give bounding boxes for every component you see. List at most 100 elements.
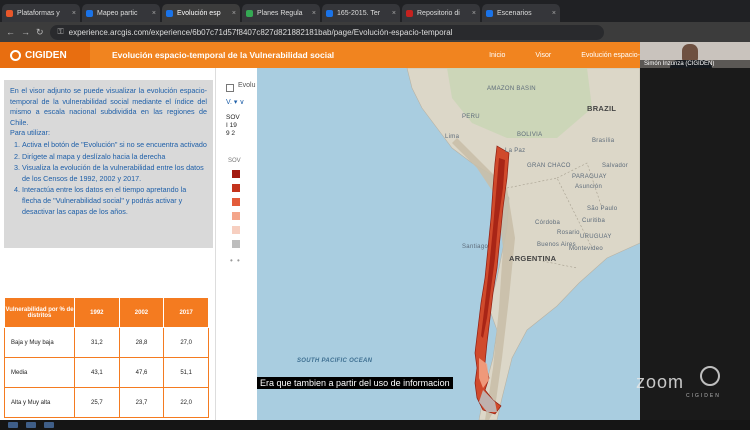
reload-icon[interactable]: ↻ <box>36 27 44 38</box>
layer-selector[interactable]: V. ▾ ∨ <box>226 98 245 106</box>
url-input[interactable]: ⚿ experience.arcgis.com/experience/6b07c… <box>49 24 604 40</box>
table-cell: 51,1 <box>163 357 209 388</box>
table-cell: Alta y Muy alta <box>4 387 75 418</box>
step-4: Interactúa entre los datos en el tiempo … <box>22 185 207 217</box>
table-header: Vulnerabilidad por % de distritos <box>4 297 75 328</box>
back-icon[interactable]: ← <box>6 27 15 37</box>
step-2: Dirígete al mapa y deslízalo hacia la de… <box>22 152 207 163</box>
table-cell: 27,0 <box>163 327 209 358</box>
tab-favicon-icon <box>326 9 333 17</box>
map-label-uruguay: URUGUAY <box>580 234 612 240</box>
forward-icon[interactable]: → <box>21 27 30 37</box>
legend-swatch <box>232 184 240 192</box>
legend-field: SOV I 199 2 <box>226 114 240 137</box>
vulnerability-table: Vulnerabilidad por % de distritos 1992 2… <box>4 297 209 418</box>
nav-evolucion[interactable]: Evolución espacio- <box>581 52 640 59</box>
table-cell: Media <box>4 357 75 388</box>
map-label-lima: Lima <box>445 134 460 140</box>
cigiden-logo-icon <box>700 366 720 386</box>
browser-tab[interactable]: Evolución esp × <box>162 4 240 22</box>
tab-close-icon[interactable]: × <box>152 10 156 17</box>
usage-label: Para utilizar: <box>10 128 50 138</box>
video-background <box>640 68 750 420</box>
taskbar-item[interactable] <box>44 422 54 428</box>
tab-close-icon[interactable]: × <box>312 10 316 17</box>
address-bar: ← → ↻ ⚿ experience.arcgis.com/experience… <box>0 22 750 42</box>
table-header: 1992 <box>74 297 120 328</box>
page-title: Evolución espacio-temporal de la Vulnera… <box>112 50 335 60</box>
tab-label: 165-2015. Ter <box>337 9 381 17</box>
tab-close-icon[interactable]: × <box>232 10 236 17</box>
tab-close-icon[interactable]: × <box>392 10 396 17</box>
app-header: CIGIDEN Evolución espacio-temporal de la… <box>0 42 640 68</box>
browser-tab[interactable]: Planes Regula × <box>242 4 320 22</box>
tab-favicon-icon <box>406 9 413 17</box>
table-header: 2002 <box>118 297 165 328</box>
map-label-sao-paulo: São Paulo <box>587 206 618 212</box>
subtitle-caption: Era que tambien a partir del uso de info… <box>257 377 453 389</box>
map-view[interactable]: AMAZON BASIN BRAZIL PERU Lima Brasília B… <box>257 68 640 420</box>
table-row: Baja y Muy baja 31,2 28,8 27,0 <box>4 327 209 358</box>
tab-label: Evolución esp <box>177 9 221 17</box>
tab-favicon-icon <box>486 9 493 17</box>
map-label-gran-chaco: GRAN CHACO <box>527 163 571 169</box>
browser-tab[interactable]: Mapeo partic × <box>82 4 160 22</box>
steps-list: Activa el botón de "Evolución" si no se … <box>10 140 207 217</box>
map-label-brazil: BRAZIL <box>587 104 617 113</box>
layers-icon[interactable] <box>226 84 234 92</box>
browser-tab[interactable]: Repositorio di × <box>402 4 480 22</box>
map-label-south-pacific: SOUTH PACIFIC OCEAN <box>297 358 373 364</box>
legend-head: SOV <box>228 158 241 164</box>
taskbar-item[interactable] <box>26 422 36 428</box>
map-label-peru: PERU <box>462 114 480 120</box>
table-row: Alta y Muy alta 25,7 23,7 22,0 <box>4 387 209 418</box>
info-panel: En el visor adjunto se puede visualizar … <box>0 68 215 420</box>
tab-close-icon[interactable]: × <box>472 10 476 17</box>
logo-icon <box>10 49 21 61</box>
tab-favicon-icon <box>6 9 13 17</box>
map-label-bolivia: BOLIVIA <box>517 132 543 138</box>
browser-tab[interactable]: Escenarios × <box>482 4 560 22</box>
table-cell: 23,7 <box>118 387 165 418</box>
tab-favicon-icon <box>86 9 93 17</box>
legend-swatch <box>232 198 240 206</box>
map-label-cordoba: Córdoba <box>535 220 561 226</box>
browser-tab[interactable]: 165-2015. Ter × <box>322 4 400 22</box>
map-label-la-paz: La Paz <box>505 148 526 154</box>
legend-swatch <box>232 240 240 248</box>
tab-close-icon[interactable]: × <box>552 10 556 17</box>
zoom-sub: CIGIDEN <box>686 393 721 399</box>
table-header: 2017 <box>163 297 209 328</box>
map-label-santiago: Santiago <box>462 244 489 250</box>
table-cell: 28,8 <box>118 327 165 358</box>
legend-pager[interactable]: • • <box>230 256 241 265</box>
legend-swatch <box>232 226 240 234</box>
map-label-argentina: ARGENTINA <box>509 254 557 263</box>
tab-label: Mapeo partic <box>97 9 138 17</box>
table-cell: 22,0 <box>163 387 209 418</box>
lock-icon: ⚿ <box>57 27 64 36</box>
legend-swatch <box>232 212 240 220</box>
zoom-word: zoom <box>636 372 685 392</box>
nav-visor[interactable]: Visor <box>535 52 551 59</box>
logo[interactable]: CIGIDEN <box>0 42 90 68</box>
webcam-tile: Simón Inzunza (CIGIDEN) <box>640 42 750 68</box>
taskbar-item[interactable] <box>8 422 18 428</box>
browser-tab-bar: Plataformas y × Mapeo partic × Evolución esp… <box>0 0 750 22</box>
url-text: experience.arcgis.com/experience/6b07c71… <box>68 27 453 37</box>
step-1: Activa el botón de "Evolución" si no se … <box>22 140 207 151</box>
tab-close-icon[interactable]: × <box>72 10 76 17</box>
tab-label: Plataformas y <box>17 9 60 17</box>
tab-label: Planes Regula <box>257 9 303 17</box>
legend-title: Evolu <box>238 82 256 89</box>
legend-swatch <box>232 170 240 178</box>
map-label-asuncion: Asunción <box>575 184 603 190</box>
table-header-row: Vulnerabilidad por % de distritos 1992 2… <box>4 297 209 328</box>
nav-inicio[interactable]: Inicio <box>489 52 505 59</box>
table-cell: Baja y Muy baja <box>4 327 75 358</box>
map-label-brasilia: Brasília <box>592 138 615 144</box>
map-label-paraguay: PARAGUAY <box>572 174 607 180</box>
participant-name: Simón Inzunza (CIGIDEN) <box>640 60 750 68</box>
map-label-buenos-aires: Buenos Aires <box>537 242 576 248</box>
browser-tab[interactable]: Plataformas y × <box>2 4 80 22</box>
